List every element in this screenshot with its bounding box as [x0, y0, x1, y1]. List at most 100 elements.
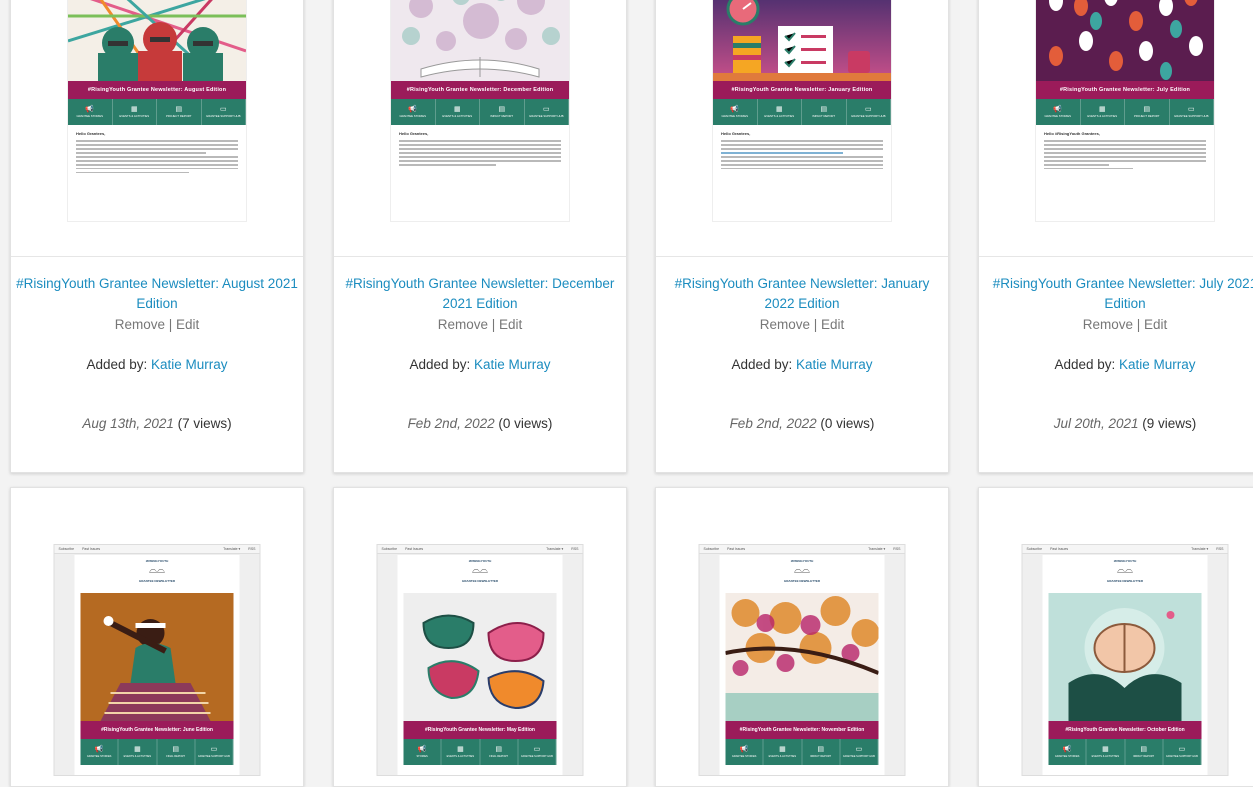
- support-hub-icon: ▭ GRANTEE SUPPORT HUB: [1170, 99, 1214, 125]
- newsletter-thumbnail[interactable]: #RisingYouth Grantee Newsletter: Decembe…: [391, 0, 569, 221]
- report-icon: ▤ IMPACT REPORT: [802, 739, 841, 765]
- newsletter-thumbnail[interactable]: Subscribe Past Issues Translate ▾ RSS #RISI…: [698, 544, 906, 776]
- date: Feb 2nd, 2022: [729, 416, 817, 431]
- support-hub-icon: ▭ GRANTEE SUPPORT HUB: [202, 99, 246, 125]
- newsletter-thumbnail[interactable]: Subscribe Past Issues Translate ▾ RSS #RISI…: [1021, 544, 1229, 776]
- support-hub-icon: ▭ GRANTEE SUPPORT HUB: [518, 739, 557, 765]
- edit-link[interactable]: Edit: [821, 317, 844, 332]
- newsletter-body-preview: Hello Grantees,: [399, 131, 561, 168]
- support-hub-icon: ▭ GRANTEE SUPPORT HUB: [195, 739, 234, 765]
- newsletter-icon-bar: 📢 GRANTEE STORIES ▦ EVENTS & ACTIVITIES ▤ P…: [68, 99, 246, 125]
- newsletter-thumbnail[interactable]: #RisingYouth Grantee Newsletter: January…: [713, 0, 891, 221]
- newsletter-card-july-2021: #RisingYouth Grantee Newsletter: July Ed…: [978, 0, 1253, 473]
- events-icon: ▦ EVENTS & ACTIVITIES: [1087, 739, 1125, 765]
- cover-illustration: [391, 0, 569, 81]
- newsletter-title-link[interactable]: #RisingYouth Grantee Newsletter: July 20…: [979, 274, 1253, 314]
- card-actions: Remove | Edit: [114, 317, 200, 332]
- remove-link[interactable]: Remove: [438, 317, 488, 332]
- date-views: Aug 13th, 2021 (7 views): [11, 416, 303, 431]
- newsletter-banner: #RisingYouth Grantee Newsletter: August …: [68, 81, 246, 99]
- newsletter-thumbnail[interactable]: Subscribe Past Issues Translate ▾ RSS #RISI…: [53, 544, 261, 776]
- newsletter-thumbnail[interactable]: Subscribe Past Issues Translate ▾ RSS #RISI…: [376, 544, 584, 776]
- thumbnail-area[interactable]: #RisingYouth Grantee Newsletter: August …: [11, 0, 303, 257]
- added-by: Added by: Katie Murray: [86, 357, 228, 372]
- cover-illustration: [1048, 593, 1202, 721]
- newsletter-banner: #RisingYouth Grantee Newsletter: October…: [1048, 721, 1202, 739]
- report-icon: ▤ IMPACT REPORT: [1125, 739, 1164, 765]
- email-top-bar: Subscribe Past Issues Translate ▾ RSS: [377, 545, 583, 554]
- views-count: (0 views): [498, 416, 553, 431]
- newsletter-title-link[interactable]: #RisingYouth Grantee Newsletter: August …: [11, 274, 303, 314]
- support-hub-icon: ▭ GRANTEE SUPPORT HUB: [525, 99, 569, 125]
- grantee-stories-icon: 📢 GRANTEE STORIES: [68, 99, 113, 125]
- logo-icon: ⌓⌓: [794, 565, 810, 576]
- newsletter-card-january-2022: #RisingYouth Grantee Newsletter: January…: [655, 0, 949, 473]
- report-icon: ▤ PROJECT REPORT: [1125, 99, 1170, 125]
- date: Aug 13th, 2021: [82, 416, 174, 431]
- events-icon: ▦ EVENTS & ACTIVITIES: [758, 99, 802, 125]
- cover-illustration: [80, 593, 234, 721]
- cover-illustration: [1036, 0, 1214, 81]
- support-hub-icon: ▭ GRANTEE SUPPORT HUB: [847, 99, 891, 125]
- date: Jul 20th, 2021: [1053, 416, 1139, 431]
- newsletter-thumbnail[interactable]: #RisingYouth Grantee Newsletter: August …: [68, 0, 246, 221]
- newsletter-icon-bar: 📢 GRANTEE STORIES ▦ EVENTS & ACTIVITIES ▤ I…: [1048, 739, 1202, 765]
- remove-link[interactable]: Remove: [1083, 317, 1133, 332]
- report-icon: ▤ FINAL REPORT: [480, 739, 519, 765]
- grantee-stories-icon: 📢 STORIES: [404, 739, 442, 765]
- events-icon: ▦ EVENTS & ACTIVITIES: [1081, 99, 1125, 125]
- views-count: (9 views): [1142, 416, 1197, 431]
- remove-link[interactable]: Remove: [760, 317, 810, 332]
- author-link[interactable]: Katie Murray: [151, 357, 228, 372]
- newsletter-banner: #RisingYouth Grantee Newsletter: January…: [713, 81, 891, 99]
- grantee-stories-icon: 📢 GRANTEE STORIES: [726, 739, 764, 765]
- newsletter-card-december-2021: #RisingYouth Grantee Newsletter: Decembe…: [333, 0, 627, 473]
- report-icon: ▤ FINAL REPORT: [157, 739, 196, 765]
- date: Feb 2nd, 2022: [407, 416, 495, 431]
- newsletter-icon-bar: 📢 GRANTEE STORIES ▦ EVENTS & ACTIVITIES ▤ P…: [1036, 99, 1214, 125]
- support-hub-icon: ▭ GRANTEE SUPPORT HUB: [840, 739, 879, 765]
- cover-illustration: [403, 593, 557, 721]
- thumbnail-area[interactable]: #RisingYouth Grantee Newsletter: January…: [656, 0, 948, 257]
- newsletter-icon-bar: 📢 STORIES ▦ EVENTS & ACTIVITIES ▤ FINAL REP…: [403, 739, 557, 765]
- edit-link[interactable]: Edit: [176, 317, 199, 332]
- edit-link[interactable]: Edit: [499, 317, 522, 332]
- events-icon: ▦ EVENTS & ACTIVITIES: [113, 99, 157, 125]
- newsletter-banner: #RisingYouth Grantee Newsletter: Novembe…: [725, 721, 879, 739]
- newsletter-thumbnail[interactable]: #RisingYouth Grantee Newsletter: July Ed…: [1036, 0, 1214, 221]
- logo-icon: ⌓⌓: [149, 565, 165, 576]
- events-icon: ▦ EVENTS & ACTIVITIES: [119, 739, 157, 765]
- email-top-bar: Subscribe Past Issues Translate ▾ RSS: [54, 545, 260, 554]
- grantee-stories-icon: 📢 GRANTEE STORIES: [1036, 99, 1081, 125]
- events-icon: ▦ EVENTS & ACTIVITIES: [436, 99, 480, 125]
- events-icon: ▦ EVENTS & ACTIVITIES: [442, 739, 480, 765]
- newsletter-body-preview: Hello Grantees,: [76, 131, 238, 176]
- newsletter-banner: #RisingYouth Grantee Newsletter: May Edi…: [403, 721, 557, 739]
- newsletter-icon-bar: 📢 GRANTEE STORIES ▦ EVENTS & ACTIVITIES ▤ I…: [713, 99, 891, 125]
- card-actions: Remove | Edit: [437, 317, 523, 332]
- added-by: Added by: Katie Murray: [1054, 357, 1196, 372]
- remove-link[interactable]: Remove: [115, 317, 165, 332]
- author-link[interactable]: Katie Murray: [796, 357, 873, 372]
- edit-link[interactable]: Edit: [1144, 317, 1167, 332]
- newsletter-banner: #RisingYouth Grantee Newsletter: July Ed…: [1036, 81, 1214, 99]
- logo-icon: ⌓⌓: [472, 565, 488, 576]
- author-link[interactable]: Katie Murray: [1119, 357, 1196, 372]
- report-icon: ▤ IMPACT REPORT: [802, 99, 847, 125]
- email-top-bar: Subscribe Past Issues Translate ▾ RSS: [699, 545, 905, 554]
- newsletter-title-link[interactable]: #RisingYouth Grantee Newsletter: Decembe…: [334, 274, 626, 314]
- newsletter-card-august-2021: #RisingYouth Grantee Newsletter: August …: [10, 0, 304, 473]
- newsletter-card-october: Subscribe Past Issues Translate ▾ RSS #RISI…: [978, 487, 1253, 787]
- cover-illustration: [68, 0, 246, 83]
- thumbnail-area[interactable]: #RisingYouth Grantee Newsletter: July Ed…: [979, 0, 1253, 257]
- thumbnail-area[interactable]: #RisingYouth Grantee Newsletter: Decembe…: [334, 0, 626, 257]
- report-icon: ▤ PROJECT REPORT: [157, 99, 202, 125]
- date-views: Feb 2nd, 2022 (0 views): [656, 416, 948, 431]
- newsletter-title-link[interactable]: #RisingYouth Grantee Newsletter: January…: [656, 274, 948, 314]
- report-icon: ▤ IMPACT REPORT: [480, 99, 525, 125]
- author-link[interactable]: Katie Murray: [474, 357, 551, 372]
- newsletter-card-june: Subscribe Past Issues Translate ▾ RSS #RISI…: [10, 487, 304, 787]
- newsletter-banner: #RisingYouth Grantee Newsletter: Decembe…: [391, 81, 569, 99]
- grantee-stories-icon: 📢 GRANTEE STORIES: [81, 739, 119, 765]
- card-actions: Remove | Edit: [1082, 317, 1168, 332]
